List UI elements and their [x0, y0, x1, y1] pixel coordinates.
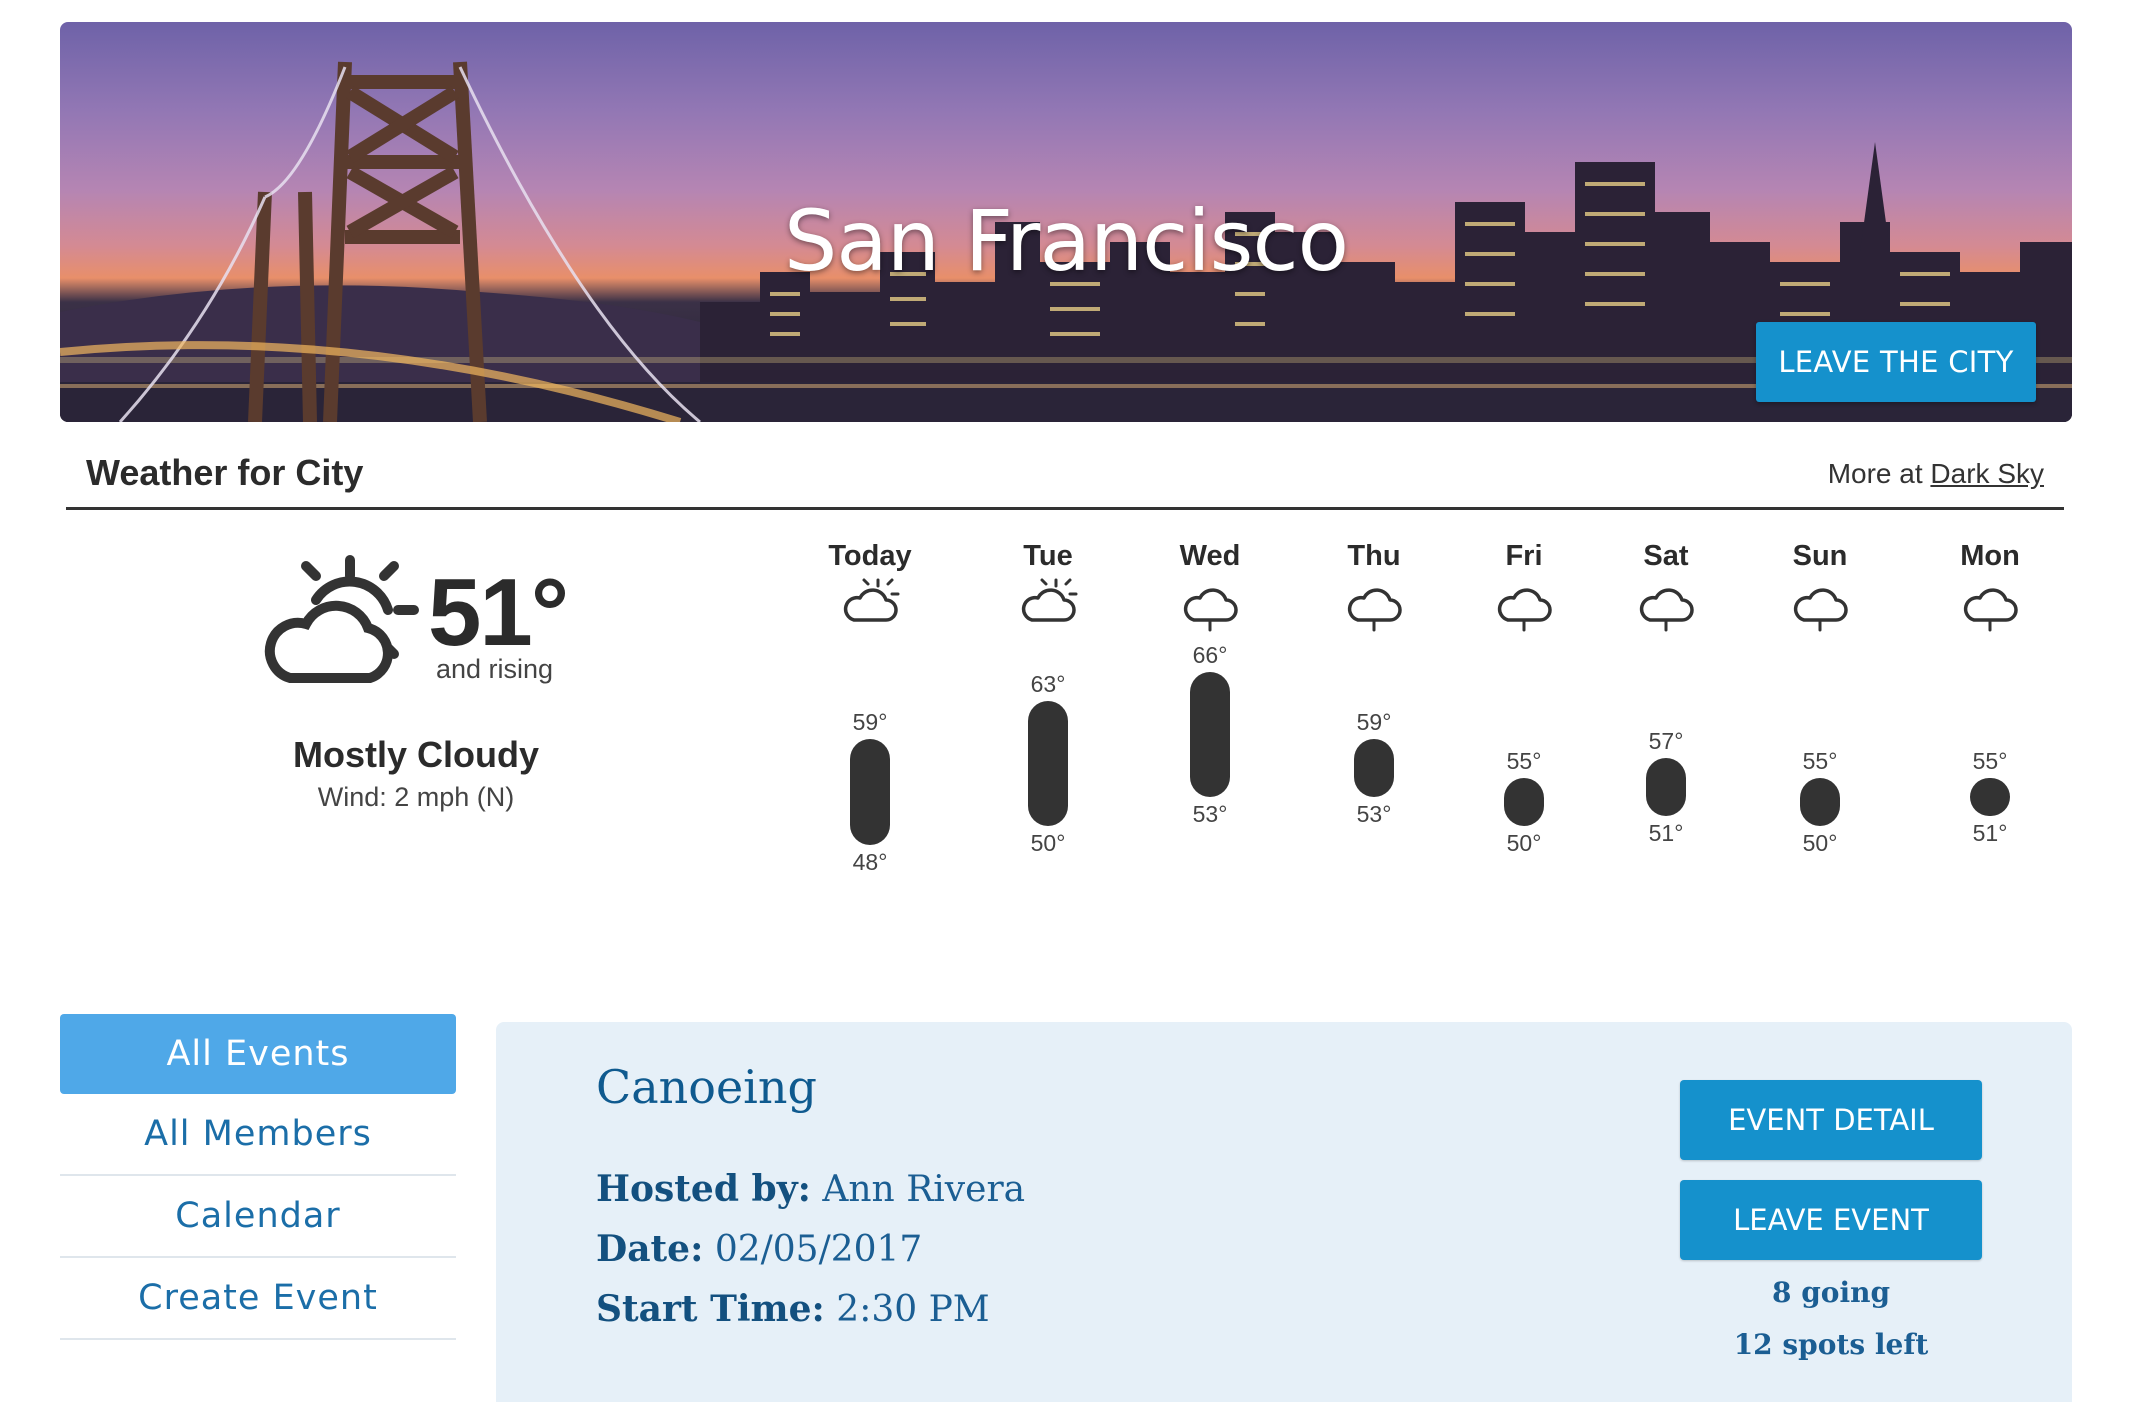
leave-event-button[interactable]: LEAVE EVENT — [1680, 1180, 1982, 1260]
forecast-day-label: Tue — [1023, 540, 1073, 572]
event-host-label: Hosted by: — [596, 1168, 811, 1210]
forecast-range-bar — [1970, 777, 2010, 816]
event-date-label: Date: — [596, 1228, 704, 1270]
forecast-high-temp: 63° — [1030, 670, 1066, 697]
forecast-high-temp: 55° — [1506, 747, 1542, 774]
rain-icon — [1963, 588, 2018, 632]
forecast-high-temp: 66° — [1192, 642, 1228, 668]
event-card: Canoeing Hosted by: Ann Rivera Date: 02/… — [496, 1022, 2072, 1402]
forecast-range-bar — [1028, 700, 1068, 826]
forecast-day-label: Sat — [1643, 540, 1689, 572]
forecast-high-temp: 57° — [1648, 728, 1684, 755]
forecast-range-bar — [1190, 672, 1230, 797]
nav-create-event[interactable]: Create Event — [60, 1258, 456, 1340]
forecast-range-bar — [1800, 777, 1840, 826]
rain-icon — [1497, 588, 1552, 632]
forecast-low-temp: 51° — [1972, 820, 2008, 846]
event-detail-button[interactable]: EVENT DETAIL — [1680, 1080, 1982, 1160]
forecast-low-temp: 53° — [1192, 800, 1228, 827]
forecast-range-bar — [850, 739, 890, 845]
forecast-high-temp: 59° — [852, 709, 888, 736]
forecast-low-temp: 51° — [1648, 820, 1684, 846]
event-host: Hosted by: Ann Rivera — [596, 1168, 1025, 1210]
forecast-day-label: Wed — [1179, 540, 1241, 572]
nav-all-events[interactable]: All Events — [60, 1014, 456, 1094]
rain-icon — [1793, 588, 1848, 632]
forecast-day-label: Sun — [1792, 540, 1848, 572]
forecast-day-label: Fri — [1505, 540, 1543, 572]
rain-icon — [1183, 588, 1238, 632]
forecast-low-temp: 50° — [1506, 829, 1542, 856]
forecast-day-label: Thu — [1347, 540, 1401, 572]
rain-icon — [1639, 588, 1694, 632]
forecast-low-temp: 48° — [852, 848, 888, 875]
nav-calendar[interactable]: Calendar — [60, 1176, 456, 1258]
forecast-day-label: Today — [828, 540, 912, 572]
partly-cloudy-icon — [843, 578, 900, 622]
forecast-low-temp: 50° — [1802, 829, 1838, 856]
forecast-day-label: Mon — [1960, 540, 2020, 572]
partly-cloudy-icon — [1021, 578, 1078, 622]
event-time: Start Time: 2:30 PM — [596, 1288, 990, 1330]
event-time-label: Start Time: — [596, 1288, 825, 1330]
event-name: Canoeing — [596, 1060, 817, 1114]
forecast-range-bar — [1646, 758, 1686, 816]
weekly-forecast: Today 59° 48° Tue 63° 50° Wed 66° 53° Thu 59° 53° Fr… — [0, 0, 2130, 900]
event-time-value: 2:30 PM — [836, 1289, 990, 1330]
sidebar-nav: All Events All Members Calendar Create E… — [60, 1014, 456, 1340]
rain-icon — [1347, 588, 1402, 632]
event-spots-left: 12 spots left — [1733, 1328, 1929, 1361]
forecast-range-bar — [1354, 739, 1394, 797]
event-host-value: Ann Rivera — [822, 1169, 1026, 1210]
event-date-value: 02/05/2017 — [714, 1229, 923, 1270]
event-date: Date: 02/05/2017 — [596, 1228, 922, 1270]
forecast-range-bar — [1504, 777, 1544, 826]
forecast-low-temp: 53° — [1356, 800, 1392, 827]
event-going-count: 8 going — [1771, 1276, 1891, 1309]
forecast-low-temp: 50° — [1030, 829, 1066, 856]
forecast-high-temp: 55° — [1802, 747, 1838, 774]
nav-all-members[interactable]: All Members — [60, 1094, 456, 1176]
forecast-high-temp: 55° — [1972, 747, 2008, 774]
forecast-high-temp: 59° — [1356, 709, 1392, 736]
